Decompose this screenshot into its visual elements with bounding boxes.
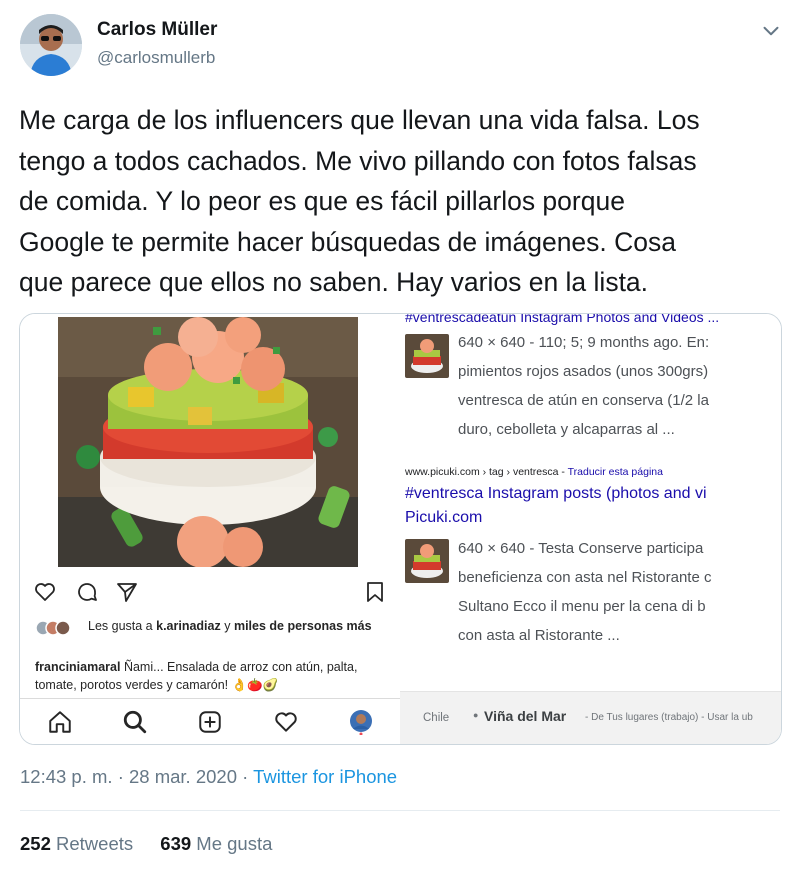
result2-line1: 640 × 640 - Testa Conserve participa xyxy=(458,540,704,557)
google-footer: Chile ● Viña del Mar - De Tus lugares (t… xyxy=(400,691,781,744)
footer-detail: - De Tus lugares (trabajo) - Usar la ub xyxy=(585,712,753,723)
comment-icon xyxy=(78,583,97,601)
result2-url: www.picuki.com › tag › ventresca - Tradu… xyxy=(405,466,663,478)
instagram-caption: franciniamaral Ñami... Ensalada de arroz… xyxy=(35,658,390,694)
result1-line1: 640 × 640 - 110; 5; 9 months ago. En: xyxy=(458,334,710,351)
result2-site: Picuki.com xyxy=(405,509,483,526)
result-cut-title: #ventrescadeatun Instagram Photos and Vi… xyxy=(405,314,720,325)
tweet-text: Me carga de los influencers que llevan u… xyxy=(19,105,700,297)
author-avatar[interactable] xyxy=(20,14,82,76)
author-name[interactable]: Carlos Müller xyxy=(97,19,217,41)
result2-title: #ventresca Instagram posts (photos and v… xyxy=(405,485,707,502)
google-results-screenshot: #ventrescadeatun Instagram Photos and Vi… xyxy=(400,314,781,744)
caption-user: franciniamaral xyxy=(35,660,121,674)
search-icon xyxy=(123,710,147,734)
author-handle[interactable]: @carlosmullerb xyxy=(97,48,215,68)
footer-country: Chile xyxy=(423,712,450,724)
activity-heart-icon xyxy=(275,712,297,732)
liker-avatars xyxy=(35,620,71,636)
divider-top xyxy=(20,810,780,811)
instagram-screenshot: Les gusta a k.arinadiaz y miles de perso… xyxy=(20,314,400,744)
likes-mid: y xyxy=(224,619,231,633)
result2-url-text: www.picuki.com › tag › ventresca xyxy=(405,466,559,478)
result-thumbnail-1 xyxy=(405,334,449,378)
tweet-timestamp: 12:43 p. m. · 28 mar. 2020 · Twitter for… xyxy=(20,766,397,788)
tweet-stats: 252 Retweets 639 Me gusta xyxy=(20,833,272,855)
instagram-action-bar xyxy=(33,580,388,604)
result2-line3: Sultano Ecco il menu per la cena di b xyxy=(458,598,706,615)
new-post-icon xyxy=(199,711,221,733)
translate-link: Traducir esta página xyxy=(567,466,663,478)
result1-line4: duro, cebolleta y alcaparras al ... xyxy=(458,421,675,438)
retweets-label: Retweets xyxy=(56,833,134,854)
profile-avatar-icon xyxy=(350,710,372,735)
retweets-stat[interactable]: 252 Retweets xyxy=(20,833,133,854)
retweets-count: 252 xyxy=(20,833,51,854)
instagram-nav-bar xyxy=(20,698,400,744)
likes-count: 639 xyxy=(160,833,192,854)
instagram-likes: Les gusta a k.arinadiaz y miles de perso… xyxy=(88,618,388,634)
likes-user: k.arinadiaz xyxy=(156,619,221,633)
tweet-media[interactable]: Les gusta a k.arinadiaz y miles de perso… xyxy=(19,313,782,745)
food-photo xyxy=(58,317,358,567)
share-icon xyxy=(117,583,137,602)
likes-stat[interactable]: 639 Me gusta xyxy=(160,833,272,854)
result1-line2: pimientos rojos asados (unos 300grs) xyxy=(458,363,709,380)
chevron-down-icon[interactable] xyxy=(758,18,784,44)
tweet-time[interactable]: 12:43 p. m. · 28 mar. 2020 · xyxy=(20,766,248,787)
result2-line2: beneficienza con asta nel Ristorante c xyxy=(458,569,712,586)
likes-rest: miles de personas más xyxy=(233,619,372,633)
likes-prefix: Les gusta a xyxy=(88,619,153,633)
footer-location: Viña del Mar xyxy=(484,708,567,724)
result2-line4: con asta al Ristorante ... xyxy=(458,627,620,644)
tweet-source-link[interactable]: Twitter for iPhone xyxy=(253,766,397,787)
result-thumbnail-2 xyxy=(405,539,449,583)
location-dot-icon: ● xyxy=(473,710,479,720)
bookmark-icon xyxy=(367,582,383,602)
heart-icon xyxy=(35,583,55,601)
likes-label: Me gusta xyxy=(196,833,273,854)
result1-line3: ventresca de atún en conserva (1/2 la xyxy=(458,392,709,409)
home-icon xyxy=(49,711,71,733)
